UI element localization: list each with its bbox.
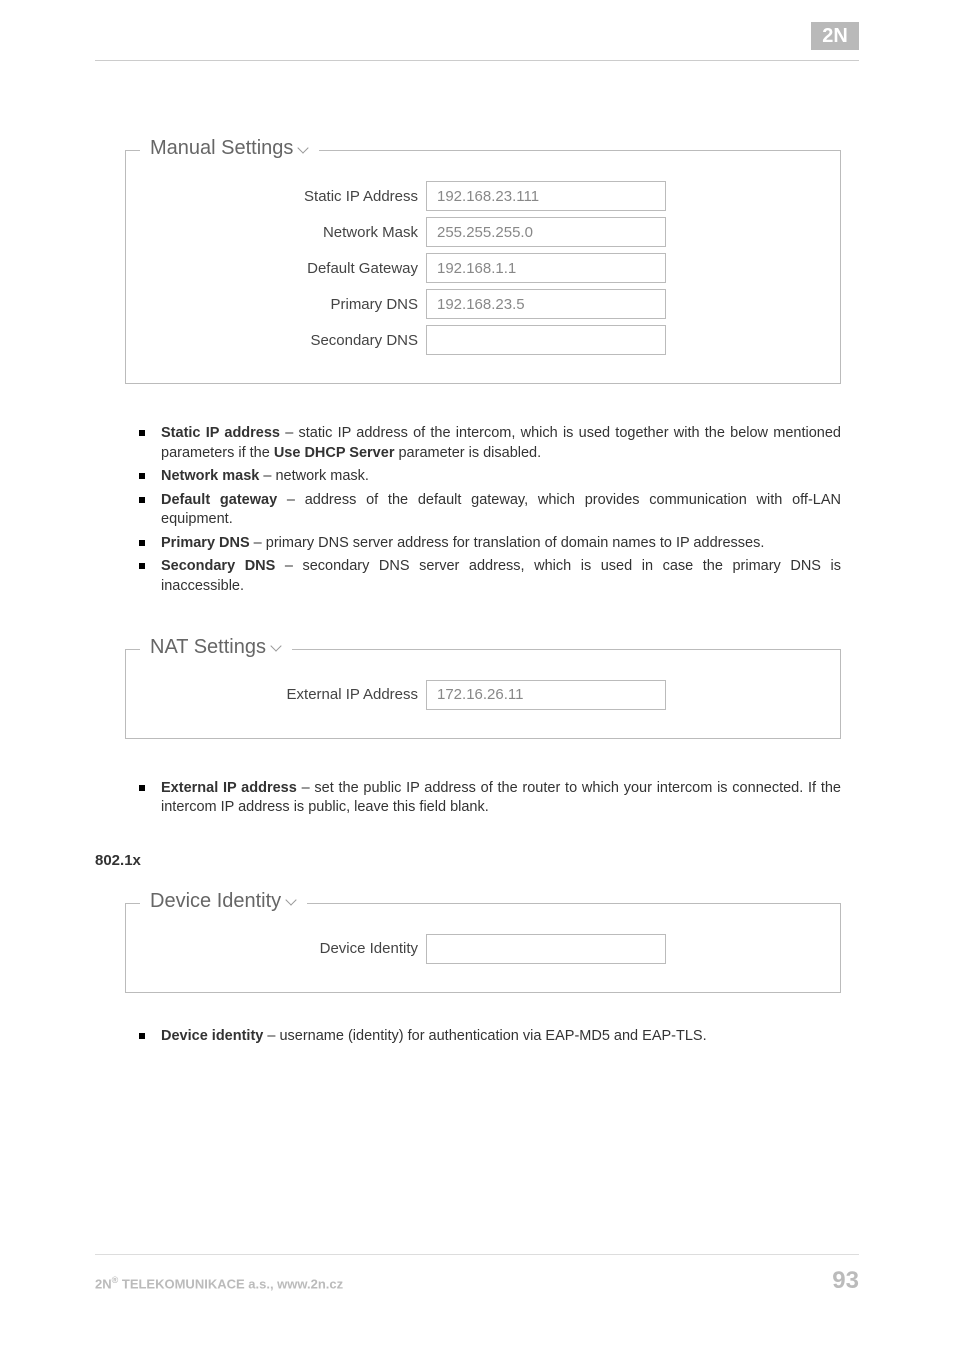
device-identity-legend-text: Device Identity — [150, 890, 281, 913]
manual-settings-description-list: Static IP address – static IP address of… — [113, 424, 841, 597]
bullet-external-ip: External IP address – set the public IP … — [161, 779, 841, 818]
header-rule — [95, 60, 859, 61]
static-ip-input[interactable] — [426, 181, 666, 211]
nat-settings-panel: NAT Settings External IP Address — [125, 649, 841, 739]
manual-settings-legend-text: Manual Settings — [150, 137, 293, 160]
brand-logo-icon: 2N — [811, 22, 859, 50]
device-identity-panel: Device Identity Device Identity — [125, 903, 841, 993]
svg-text:2N: 2N — [822, 25, 848, 47]
bullet-gateway: Default gateway – address of the default… — [161, 491, 841, 530]
page-footer: 2N® TELEKOMUNIKACE a.s., www.2n.cz 93 — [95, 1254, 859, 1295]
manual-settings-legend[interactable]: Manual Settings — [140, 137, 319, 160]
external-ip-input[interactable] — [426, 680, 666, 710]
static-ip-label: Static IP Address — [166, 188, 426, 205]
device-identity-label: Device Identity — [166, 940, 426, 957]
section-heading-8021x: 802.1x — [95, 852, 859, 869]
dns2-label: Secondary DNS — [166, 332, 426, 349]
device-identity-input[interactable] — [426, 934, 666, 964]
gateway-input[interactable] — [426, 253, 666, 283]
bullet-device-identity: Device identity – username (identity) fo… — [161, 1027, 841, 1047]
chevron-down-icon — [272, 643, 282, 653]
nat-settings-description-list: External IP address – set the public IP … — [113, 779, 841, 818]
chevron-down-icon — [287, 897, 297, 907]
chevron-down-icon — [299, 145, 309, 155]
nat-settings-legend-text: NAT Settings — [150, 636, 266, 659]
bullet-static-ip: Static IP address – static IP address of… — [161, 424, 841, 463]
nat-settings-legend[interactable]: NAT Settings — [140, 636, 292, 659]
gateway-label: Default Gateway — [166, 260, 426, 277]
dns2-input[interactable] — [426, 325, 666, 355]
bullet-dns2: Secondary DNS – secondary DNS server add… — [161, 557, 841, 596]
bullet-netmask: Network mask – network mask. — [161, 467, 841, 487]
device-identity-legend[interactable]: Device Identity — [140, 890, 307, 913]
bullet-dns1: Primary DNS – primary DNS server address… — [161, 534, 841, 554]
external-ip-label: External IP Address — [166, 686, 426, 703]
netmask-input[interactable] — [426, 217, 666, 247]
dns1-input[interactable] — [426, 289, 666, 319]
footer-page-number: 93 — [832, 1267, 859, 1295]
footer-company: 2N® TELEKOMUNIKACE a.s., www.2n.cz — [95, 1275, 343, 1291]
netmask-label: Network Mask — [166, 224, 426, 241]
dns1-label: Primary DNS — [166, 296, 426, 313]
manual-settings-panel: Manual Settings Static IP Address Networ… — [125, 150, 841, 384]
device-identity-description-list: Device identity – username (identity) fo… — [113, 1027, 841, 1047]
